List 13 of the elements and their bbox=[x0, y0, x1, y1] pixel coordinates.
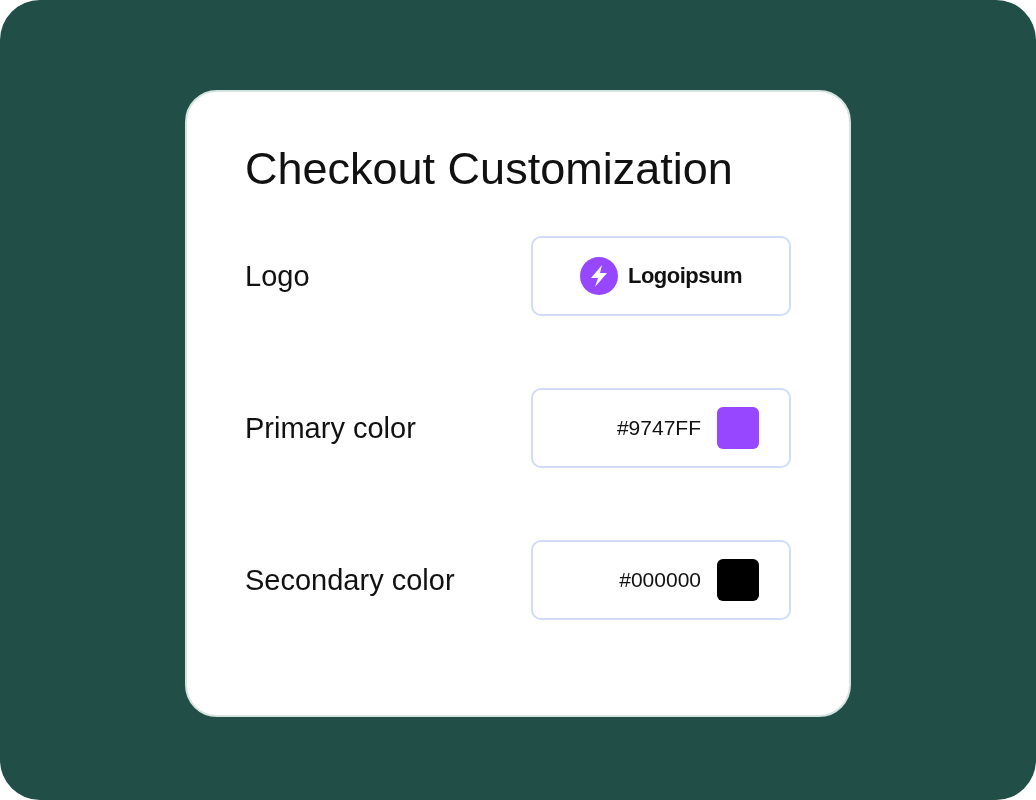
color-field[interactable]: #9747FF bbox=[531, 388, 791, 468]
card-title: Checkout Customization bbox=[245, 142, 734, 196]
color-swatch[interactable] bbox=[717, 407, 759, 449]
setting-label: Primary color bbox=[245, 411, 416, 445]
color-value: #000000 bbox=[619, 568, 701, 592]
logo-field[interactable]: Logoipsum bbox=[531, 236, 791, 316]
color-value: #9747FF bbox=[616, 416, 701, 440]
setting-label: Secondary color bbox=[245, 563, 455, 597]
color-field[interactable]: #000000 bbox=[531, 540, 791, 620]
setting-label: Logo bbox=[245, 259, 310, 293]
color-swatch[interactable] bbox=[717, 559, 759, 601]
logo-text: Logoipsum bbox=[627, 263, 742, 289]
lightning-icon bbox=[579, 257, 618, 295]
